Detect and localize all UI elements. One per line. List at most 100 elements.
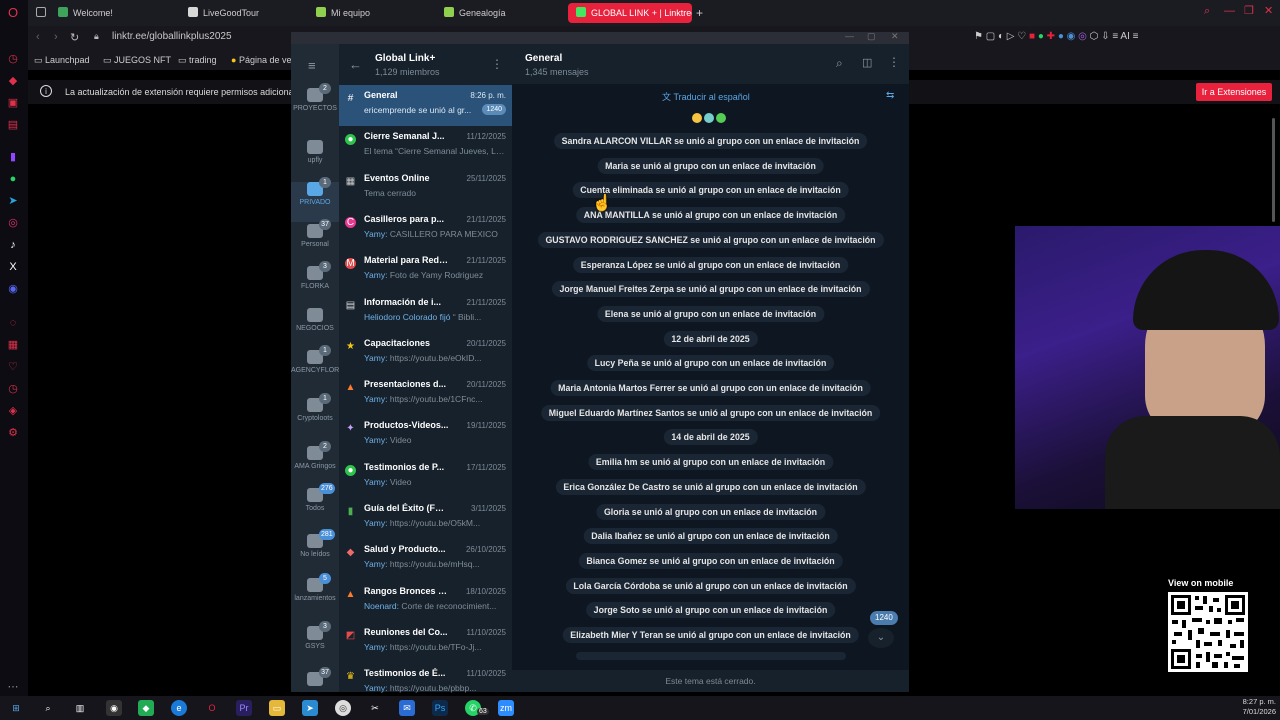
bookmark-trading[interactable]: ▭ trading xyxy=(178,55,217,66)
close-window-icon[interactable]: ✕ xyxy=(1264,4,1273,17)
search-icon[interactable]: ⌕ xyxy=(40,700,56,716)
app-icon-1[interactable]: ◉ xyxy=(106,700,122,716)
extension-icon-3[interactable]: ♡ xyxy=(6,360,20,374)
tab-menu-icon[interactable] xyxy=(36,7,46,17)
folder-upfly[interactable]: upfly xyxy=(291,140,339,180)
opera-icon[interactable]: O xyxy=(204,700,220,716)
minimize-icon[interactable]: — xyxy=(845,31,854,41)
topic-item[interactable]: ▲ Rangos Bronces y... 18/10/2025 Noenard: C… xyxy=(339,581,512,622)
capcut-icon[interactable]: ✂ xyxy=(367,700,383,716)
maximize-icon[interactable]: ▢ xyxy=(867,31,876,42)
topic-item[interactable]: C Casilleros para p... 21/11/2025 Yamy: CAS… xyxy=(339,209,512,250)
search-tabs-icon[interactable]: ⌕ xyxy=(1204,5,1210,18)
tab-livegoodtour[interactable]: LiveGoodTour xyxy=(188,3,308,23)
history-icon[interactable]: ◷ xyxy=(6,52,20,66)
folder-privado[interactable]: 1 PRIVADO xyxy=(291,177,339,222)
extension-icon-4[interactable]: ◷ xyxy=(6,382,20,396)
topic-item[interactable]: # General 8:26 p. m. ericemprende se unió a… xyxy=(339,85,512,126)
tab-linktree[interactable]: GLOBAL LINK + | Linktree xyxy=(568,3,692,23)
scroll-down-button[interactable]: ⌄ xyxy=(868,628,894,648)
url-field[interactable]: linktr.ee/globallinkplus2025 xyxy=(112,31,232,42)
menu-icon[interactable]: ≡ xyxy=(308,58,316,73)
tab-welcome[interactable]: Welcome! xyxy=(58,3,178,23)
mail-icon[interactable]: ✉ xyxy=(399,700,415,716)
back-arrow-icon[interactable]: ← xyxy=(349,57,362,72)
folder-agencyflorka[interactable]: 1 AGENCYFLORKA xyxy=(291,345,349,390)
folder-ama-gringos[interactable]: 2 AMA Gringos xyxy=(291,441,339,486)
topic-item[interactable]: ◩ Reuniones del Co... 11/10/2025 Yamy: http… xyxy=(339,622,512,663)
bookmark-pagina[interactable]: ● Página de ve xyxy=(231,55,291,65)
bookmark-launchpad[interactable]: ▭ Launchpad xyxy=(34,55,90,66)
telegram-taskbar-icon[interactable]: ➤ xyxy=(302,700,318,716)
search-icon[interactable]: ⌕ xyxy=(836,56,843,71)
translate-bar[interactable]: 文 Traducir al español xyxy=(662,90,750,103)
opera-logo-icon[interactable]: O xyxy=(6,6,20,20)
bookmark-icon[interactable]: ▤ xyxy=(6,118,20,132)
premiere-icon[interactable]: Pr xyxy=(236,700,252,716)
back-icon[interactable]: ‹ xyxy=(36,31,40,43)
ai-icon[interactable]: ◆ xyxy=(6,74,20,88)
clock[interactable]: 8:27 p. m. 7/01/2026 xyxy=(1230,697,1276,717)
topic-item[interactable]: ✦ Productos-Videos... 19/11/2025 Yamy: Vide… xyxy=(339,415,512,456)
photoshop-icon[interactable]: Ps xyxy=(432,700,448,716)
toolbar-icons[interactable]: ⚑ ▢ ◐ ▷ ♡ ■ ● ✚ ● ◉ ◎ ⬡ ⇩ ≡ AI ≡ xyxy=(974,31,1139,42)
new-tab-button[interactable]: + xyxy=(696,3,710,23)
reload-icon[interactable]: ↻ xyxy=(70,31,79,44)
topic-item[interactable]: ◆ Salud y Producto... 26/10/2025 Yamy: http… xyxy=(339,539,512,580)
topic-item[interactable]: M Material para Redes... 21/11/2025 Yamy: F… xyxy=(339,250,512,291)
maximize-icon[interactable]: ❐ xyxy=(1244,4,1254,17)
windows-start-icon[interactable]: ⊞ xyxy=(8,700,24,716)
more-options-icon[interactable]: ⋮ xyxy=(491,57,503,71)
edge-icon[interactable]: e xyxy=(171,700,187,716)
more-icon[interactable]: ⋯ xyxy=(6,680,20,694)
folder-lanzamientos[interactable]: 5 lanzamientos xyxy=(291,573,339,618)
x-icon[interactable]: X xyxy=(6,260,20,274)
topic-item[interactable]: ▮ Guía del Éxito (For... 3/11/2025 Yamy: ht… xyxy=(339,498,512,539)
chrome-icon[interactable]: ◎ xyxy=(335,700,351,716)
whatsapp-icon[interactable]: ● xyxy=(6,172,20,186)
go-to-extensions-button[interactable]: Ir a Extensiones xyxy=(1196,83,1272,101)
folder-gsys[interactable]: 3 GSYS xyxy=(291,621,339,666)
topic-date: 21/11/2025 xyxy=(466,297,506,307)
extension-icon-2[interactable]: ▦ xyxy=(6,338,20,352)
folder-no-le-dos[interactable]: 281 No leídos xyxy=(291,529,339,574)
folder-badge: 37 xyxy=(319,219,331,230)
topic-item[interactable]: ● Cierre Semanal J... 11/12/2025 El tema “C… xyxy=(339,126,512,167)
topic-item[interactable]: ▦ Eventos Online 25/11/2025 Tema cerrado xyxy=(339,168,512,209)
forward-icon[interactable]: › xyxy=(54,31,58,43)
settings-icon[interactable]: ⚙ xyxy=(6,426,20,440)
twitch-icon[interactable]: ▮ xyxy=(6,150,20,164)
file-explorer-icon[interactable]: ▭ xyxy=(269,700,285,716)
minimize-icon[interactable]: — xyxy=(1224,5,1235,17)
task-view-icon[interactable]: ▥ xyxy=(72,700,88,716)
folder-florka[interactable]: 3 FLORKA xyxy=(291,261,339,306)
folder-todos[interactable]: 276 Todos xyxy=(291,483,339,528)
topic-item[interactable]: ★ Capacitaciones 20/11/2025 Yamy: https://y… xyxy=(339,333,512,374)
telegram-icon[interactable]: ➤ xyxy=(6,194,20,208)
topic-item[interactable]: ● Testimonios de P... 17/11/2025 Yamy: Vide… xyxy=(339,457,512,498)
tab-mi-equipo[interactable]: Mi equipo xyxy=(316,3,436,23)
zoom-icon[interactable]: zm xyxy=(498,700,514,716)
discord-icon[interactable]: ◉ xyxy=(6,282,20,296)
bookmark-juegos-nft[interactable]: ▭ JUEGOS NFT xyxy=(103,55,171,66)
page-scrollbar[interactable] xyxy=(1272,118,1275,222)
topic-item[interactable]: ▤ Información de i... 21/11/2025 Heliodoro … xyxy=(339,292,512,333)
folder-negocios[interactable]: NEGOCIOS xyxy=(291,308,339,348)
more-options-icon[interactable]: ⋮ xyxy=(888,55,900,69)
topic-item[interactable]: ▲ Presentaciones d... 20/11/2025 Yamy: http… xyxy=(339,374,512,415)
app-icon-2[interactable]: ◆ xyxy=(138,700,154,716)
reactions[interactable] xyxy=(692,110,732,124)
extension-icon-5[interactable]: ◈ xyxy=(6,404,20,418)
instagram-icon[interactable]: ◎ xyxy=(6,216,20,230)
folder-personal[interactable]: 37 Personal xyxy=(291,219,339,264)
folder-cryptoloots[interactable]: 1 Cryptoloots xyxy=(291,393,339,438)
translate-settings-icon[interactable]: ⇆ xyxy=(886,90,894,101)
sidebar-toggle-icon[interactable]: ◫ xyxy=(862,56,872,69)
player-icon[interactable]: ▣ xyxy=(6,96,20,110)
tab-genealogia[interactable]: Genealogía xyxy=(444,3,564,23)
folder-proyectos[interactable]: 2 PROYECTOS xyxy=(291,83,339,128)
qr-title: View on mobile xyxy=(1168,578,1234,588)
close-icon[interactable]: ✕ xyxy=(891,31,899,42)
extension-icon-1[interactable]: ◌ xyxy=(6,316,20,330)
tiktok-icon[interactable]: ♪ xyxy=(6,238,20,252)
